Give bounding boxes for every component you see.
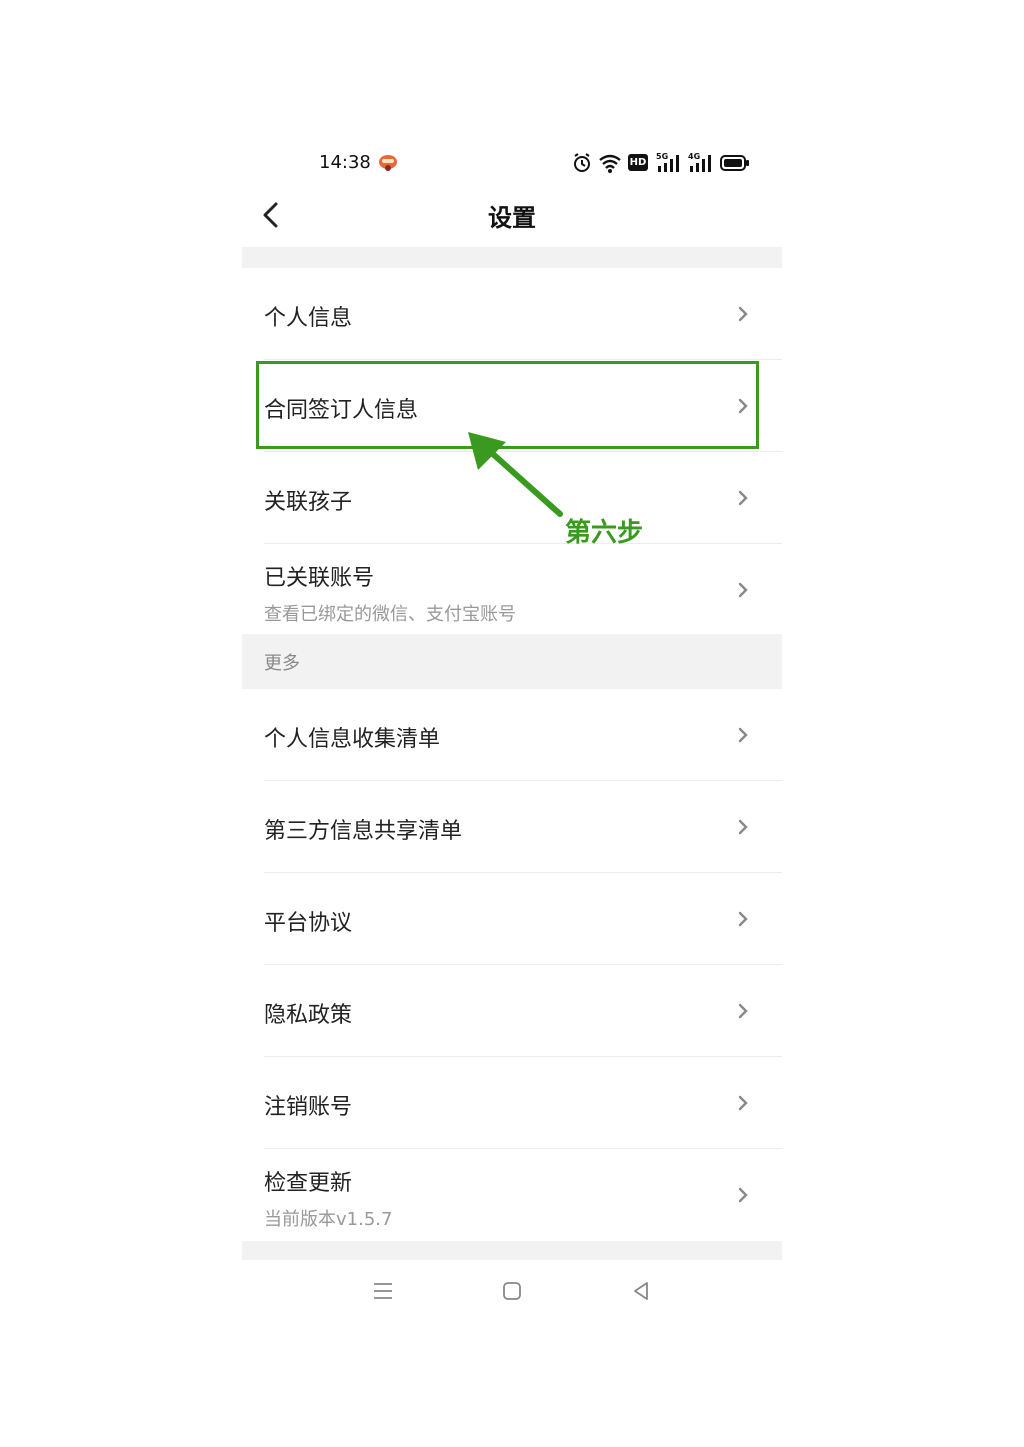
wifi-icon	[599, 154, 621, 173]
chevron-right-icon	[738, 490, 748, 506]
item-label: 注销账号	[264, 1095, 353, 1120]
item-label: 第三方信息共享清单	[264, 819, 463, 844]
chevron-right-icon	[738, 1003, 748, 1019]
back-triangle-icon[interactable]	[628, 1278, 654, 1304]
item-label: 检查更新	[264, 1171, 353, 1196]
item-label: 关联孩子	[264, 490, 353, 515]
item-label: 个人信息收集清单	[264, 727, 441, 752]
menu-icon[interactable]	[370, 1278, 396, 1304]
battery-icon	[720, 155, 749, 171]
settings-item-linked-accounts[interactable]: 已关联账号 查看已绑定的微信、支付宝账号	[242, 544, 782, 634]
section-gap	[242, 1241, 782, 1260]
section-gap	[242, 247, 782, 268]
status-bar: 14:38 HD 5G 4G	[242, 140, 782, 186]
page-title: 设置	[488, 204, 536, 232]
phone-screen: 14:38 HD 5G 4G 设置 个人信息 合同签订人信息 关联孩子 已关联账…	[242, 140, 782, 1320]
chevron-right-icon	[738, 727, 748, 743]
settings-item-third-party-sharing-list[interactable]: 第三方信息共享清单	[242, 781, 782, 873]
top-nav-bar: 设置	[242, 186, 782, 246]
app-notification-icon	[379, 155, 397, 171]
chevron-right-icon	[738, 1095, 748, 1111]
arrow-icon	[468, 432, 563, 517]
settings-item-platform-agreement[interactable]: 平台协议	[242, 873, 782, 965]
item-label: 隐私政策	[264, 1003, 353, 1028]
chevron-right-icon	[738, 911, 748, 927]
hd-text: HD	[629, 157, 647, 168]
section-header-more: 更多	[242, 634, 782, 689]
settings-item-check-update[interactable]: 检查更新 当前版本v1.5.7	[242, 1149, 782, 1241]
section-title: 更多	[264, 653, 300, 674]
chevron-right-icon	[738, 582, 748, 598]
settings-item-privacy-policy[interactable]: 隐私政策	[242, 965, 782, 1057]
settings-item-personal-info[interactable]: 个人信息	[242, 268, 782, 360]
item-label: 平台协议	[264, 911, 353, 936]
system-nav-bar	[242, 1260, 782, 1320]
step-label: 第六步	[565, 518, 644, 548]
item-label: 个人信息	[264, 306, 353, 331]
home-icon[interactable]	[499, 1278, 525, 1304]
item-subtitle: 查看已绑定的微信、支付宝账号	[264, 604, 516, 625]
4g-signal-icon: 4G	[688, 152, 714, 174]
chevron-right-icon	[738, 1187, 748, 1203]
alarm-icon	[574, 153, 590, 172]
5g-signal-icon: 5G	[656, 152, 682, 174]
status-time: 14:38	[319, 152, 371, 173]
settings-item-personal-info-collection-list[interactable]: 个人信息收集清单	[242, 689, 782, 781]
status-icons: HD 5G 4G	[572, 152, 752, 174]
settings-item-delete-account[interactable]: 注销账号	[242, 1057, 782, 1149]
hd-icon: HD	[628, 154, 648, 171]
item-subtitle: 当前版本v1.5.7	[264, 1209, 393, 1230]
chevron-right-icon	[738, 819, 748, 835]
chevron-right-icon	[738, 306, 748, 322]
item-label: 已关联账号	[264, 566, 375, 591]
